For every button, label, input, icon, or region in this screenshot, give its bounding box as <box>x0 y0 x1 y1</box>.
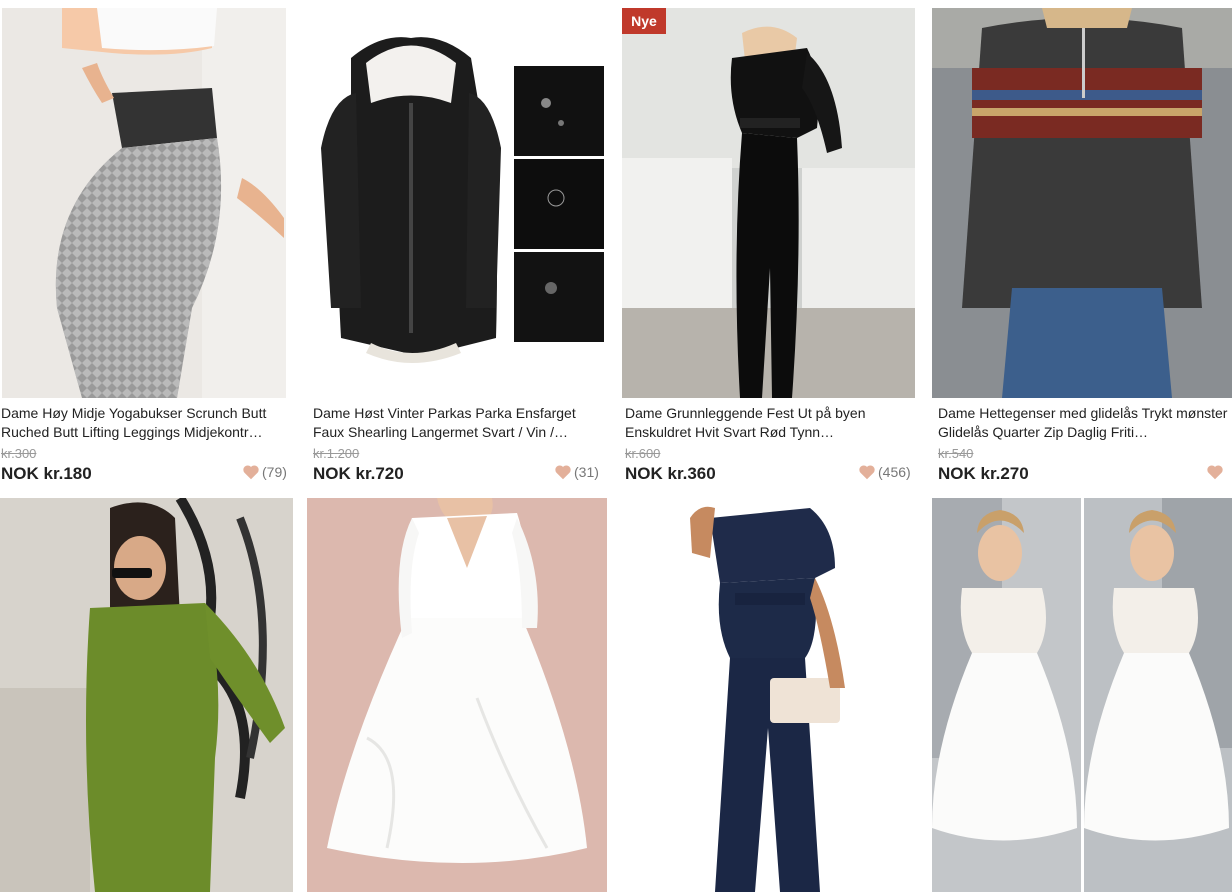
favorite-button[interactable]: (456) <box>858 464 911 480</box>
favorite-count: (31) <box>574 464 599 480</box>
sale-price: NOK kr.720 <box>313 464 404 483</box>
product-image[interactable] <box>932 8 1232 398</box>
product-title[interactable]: Dame Høst Vinter Parkas Parka Ensfarget … <box>313 404 605 442</box>
original-price: kr.540 <box>938 446 974 461</box>
original-price: kr.300 <box>1 446 37 461</box>
heart-icon <box>859 465 875 480</box>
sale-price: NOK kr.360 <box>625 464 716 483</box>
original-price: kr.1.200 <box>313 446 360 461</box>
sale-price: NOK kr.270 <box>938 464 1029 483</box>
product-grid: Dame Høy Midje Yogabukser Scrunch Butt R… <box>0 0 1232 892</box>
original-price: kr.600 <box>625 446 661 461</box>
heart-icon <box>243 465 259 480</box>
product-image[interactable] <box>311 8 607 398</box>
favorite-button[interactable] <box>1206 464 1226 480</box>
heart-icon <box>1207 465 1223 480</box>
favorite-button[interactable]: (79) <box>242 464 287 480</box>
product-image[interactable]: Nye <box>622 8 915 398</box>
favorite-count: (79) <box>262 464 287 480</box>
product-image[interactable] <box>2 8 286 398</box>
favorite-button[interactable]: (31) <box>554 464 599 480</box>
product-title[interactable]: Dame Høy Midje Yogabukser Scrunch Butt R… <box>1 404 293 442</box>
favorite-count: (456) <box>878 464 911 480</box>
heart-icon <box>555 465 571 480</box>
new-badge: Nye <box>622 8 666 34</box>
product-title[interactable]: Dame Hettegenser med glidelås Trykt møns… <box>938 404 1228 442</box>
product-image[interactable] <box>0 498 293 892</box>
sale-price: NOK kr.180 <box>1 464 92 483</box>
product-image[interactable] <box>932 498 1232 892</box>
product-image[interactable] <box>620 498 918 892</box>
product-image[interactable] <box>307 498 607 892</box>
product-title[interactable]: Dame Grunnleggende Fest Ut på byen Ensku… <box>625 404 917 442</box>
